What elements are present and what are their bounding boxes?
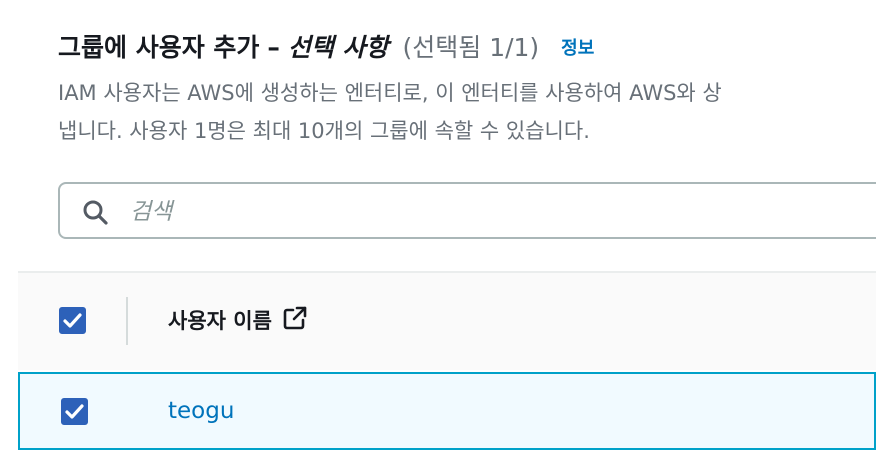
select-all-checkbox-wrap[interactable] [59,307,86,334]
checkmark-icon [65,404,84,419]
row-checkbox-wrap[interactable] [61,398,88,425]
left-gutter [0,0,18,458]
add-users-panel: 그룹에 사용자 추가 – 선택 사항 (선택됨 1/1) 정보 IAM 사용자는… [18,0,876,458]
checkmark-icon [63,313,82,328]
column-divider [126,297,128,345]
column-header-username[interactable]: 사용자 이름 [168,303,308,339]
table-row[interactable]: teogu [18,372,876,450]
title-dash: – [267,33,280,62]
title-main: 그룹에 사용자 추가 [58,33,260,62]
column-header-label: 사용자 이름 [168,309,272,333]
selection-count: (선택됨 1/1) [402,33,540,62]
panel-title: 그룹에 사용자 추가 – 선택 사항 (선택됨 1/1) 정보 [58,28,594,69]
external-link-icon [283,306,307,330]
description-line-2: 냅니다. 사용자 1명은 최대 10개의 그룹에 속할 수 있습니다. [58,119,590,143]
row-checkbox[interactable] [61,398,88,425]
search-box[interactable] [58,182,876,239]
table-header: 사용자 이름 [18,271,876,370]
panel-description: IAM 사용자는 AWS에 생성하는 엔터티로, 이 엔터티를 사용하여 AWS… [58,74,876,150]
search-icon [83,200,108,225]
search-input[interactable] [128,192,876,232]
username-link[interactable]: teogu [168,392,234,430]
select-all-checkbox[interactable] [59,307,86,334]
info-link[interactable]: 정보 [561,38,594,59]
title-optional: 선택 사항 [287,33,389,62]
description-line-1: IAM 사용자는 AWS에 생성하는 엔터티로, 이 엔터티를 사용하여 AWS… [58,81,722,105]
